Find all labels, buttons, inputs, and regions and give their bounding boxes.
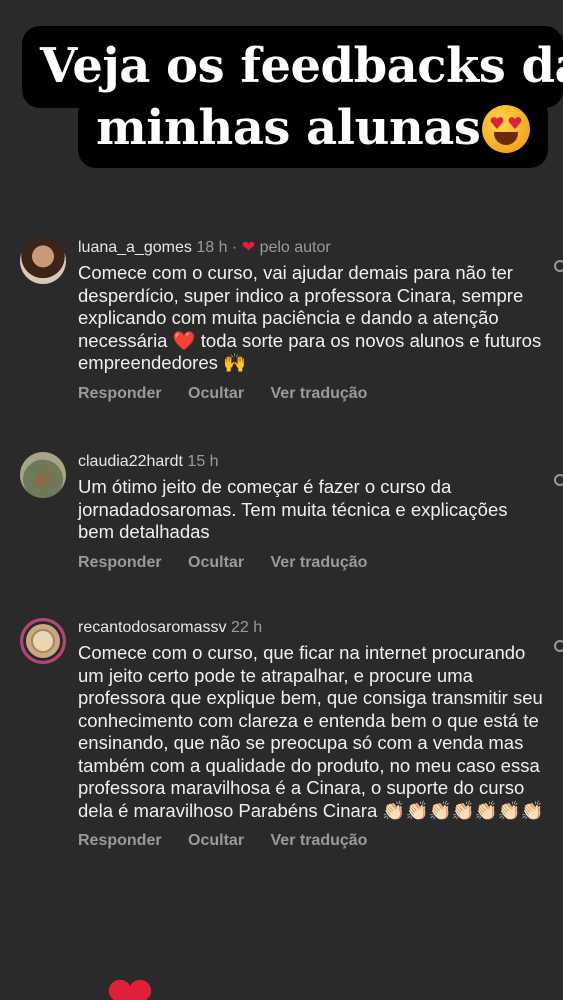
heart-icon — [108, 979, 152, 1000]
clapping-hands-icon: 👏🏻👏🏻👏🏻👏🏻👏🏻👏🏻👏🏻 — [382, 799, 544, 821]
translate-button[interactable]: Ver tradução — [271, 385, 368, 402]
avatar[interactable] — [20, 238, 66, 284]
comment-text: Comece com o curso, que ficar na interne… — [78, 642, 548, 822]
comment-actions: Responder Ocultar Ver tradução — [78, 832, 548, 850]
like-icon[interactable] — [554, 260, 563, 272]
heart-icon: ❤ — [241, 239, 256, 256]
reply-button[interactable]: Responder — [78, 554, 162, 571]
logo-seal — [31, 629, 55, 653]
header-line-1: Veja os feedbacks da — [40, 38, 563, 94]
avatar[interactable] — [20, 618, 66, 664]
username[interactable]: claudia22hardt — [78, 453, 183, 470]
comment-time: 22 h — [230, 619, 263, 636]
like-icon[interactable] — [554, 640, 563, 652]
hide-button[interactable]: Ocultar — [188, 832, 244, 849]
comment-text: Comece com o curso, vai ajudar demais pa… — [78, 262, 548, 375]
header-line-2: minhas alunas — [96, 100, 481, 156]
raising-hands-icon: 🙌 — [223, 352, 247, 373]
comment-actions: Responder Ocultar Ver tradução — [78, 554, 548, 572]
avatar[interactable] — [20, 452, 66, 498]
reply-button[interactable]: Responder — [78, 385, 162, 402]
comment-time: 15 h — [187, 453, 219, 470]
username[interactable]: luana_a_gomes — [78, 239, 192, 256]
comment-text: Um ótimo jeito de começar é fazer o curs… — [78, 476, 508, 542]
comment-meta: claudia22hardt 15 h — [78, 452, 548, 472]
comment-actions: Responder Ocultar Ver tradução — [78, 385, 548, 403]
hide-button[interactable]: Ocultar — [188, 554, 244, 571]
username[interactable]: recantodosaromassv — [78, 619, 227, 636]
reply-button[interactable]: Responder — [78, 832, 162, 849]
comment-meta: luana_a_gomes 18 h · ❤ pelo autor — [78, 238, 548, 258]
like-icon[interactable] — [554, 474, 563, 486]
separator: · — [231, 239, 238, 256]
hide-button[interactable]: Ocultar — [188, 385, 244, 402]
red-heart-icon: ❤️ — [172, 329, 196, 351]
translate-button[interactable]: Ver tradução — [271, 554, 368, 571]
heart-eyes-emoji-icon — [482, 105, 530, 153]
comment-time: 18 h — [196, 239, 228, 256]
translate-button[interactable]: Ver tradução — [271, 832, 368, 849]
liked-by-author: pelo autor — [259, 239, 331, 256]
comment-text-body: Comece com o curso, que ficar na interne… — [78, 642, 543, 821]
comment-meta: recantodosaromassv 22 h — [78, 618, 548, 638]
